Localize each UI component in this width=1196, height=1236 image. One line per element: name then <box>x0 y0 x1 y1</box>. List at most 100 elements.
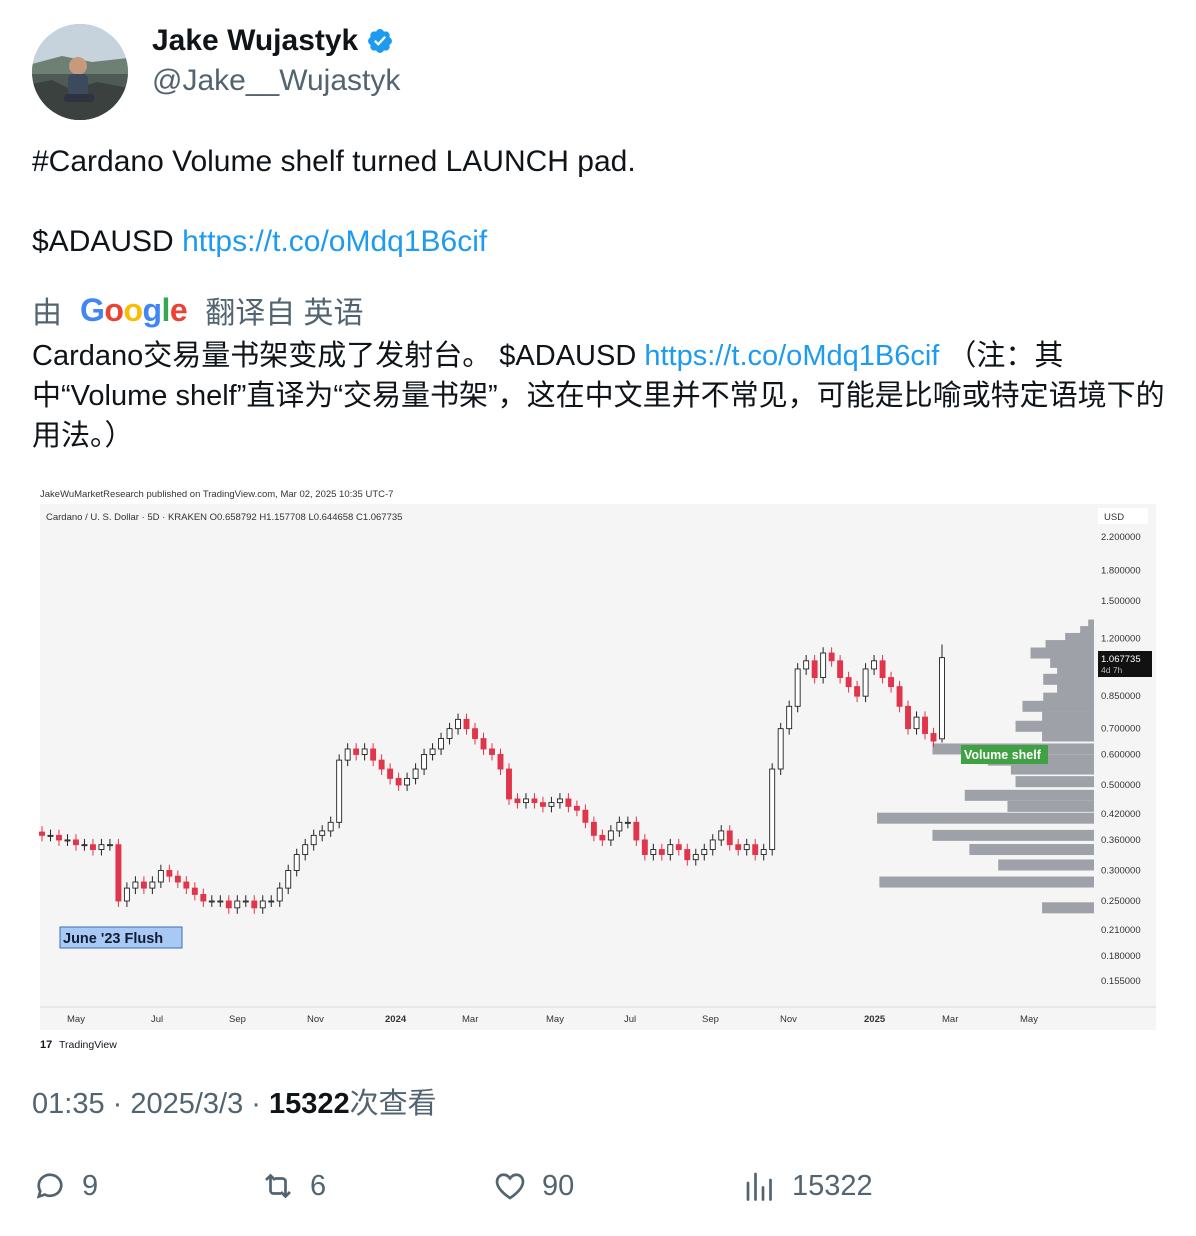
candle-body <box>616 821 623 832</box>
candle-body <box>174 875 181 883</box>
candle-body <box>89 844 96 850</box>
like-button[interactable]: 90 <box>492 1168 574 1204</box>
candle-body <box>39 831 45 836</box>
price-badge: 1.067735 <box>1101 654 1141 665</box>
candle-body <box>81 844 88 847</box>
candle-body <box>302 844 309 855</box>
x-tick-label: May <box>546 1014 564 1025</box>
candle-body <box>497 754 504 770</box>
volume-profile-bar <box>1007 800 1094 812</box>
views-button[interactable]: 15322 <box>742 1168 873 1204</box>
tweet-link[interactable]: https://t.co/oMdq1B6cif <box>182 225 487 258</box>
candle-body <box>599 834 606 841</box>
volume-profile-bar <box>998 859 1094 871</box>
candle <box>862 663 869 703</box>
volume-profile-bar <box>1057 682 1094 694</box>
reply-button[interactable]: 9 <box>32 1168 98 1204</box>
translated-link[interactable]: https://t.co/oMdq1B6cif <box>644 340 939 372</box>
candle-body <box>506 768 512 800</box>
x-tick-label: Jul <box>151 1014 163 1025</box>
candle-body <box>106 844 113 847</box>
candle-body <box>735 844 742 850</box>
chart-published-line: JakeWuMarketResearch published on Tradin… <box>40 489 393 500</box>
y-tick-label: 1.500000 <box>1101 596 1141 607</box>
chart-image[interactable]: JakeWuMarketResearch published on Tradin… <box>32 480 1164 1060</box>
x-tick-label: Jul <box>624 1014 636 1025</box>
candle-body <box>939 657 945 740</box>
candle-body <box>446 728 453 739</box>
candle-body <box>149 881 156 889</box>
author-name[interactable]: Jake Wujastyk <box>152 24 394 58</box>
candle-body <box>132 881 139 889</box>
view-count-label: 次查看 <box>349 1088 437 1120</box>
translated-text: Cardano交易量书架变成了发射台。 $ADAUSD https://t.co… <box>32 336 1167 456</box>
heart-icon <box>495 1173 525 1200</box>
candle-body <box>47 834 54 837</box>
candle-body <box>539 802 546 807</box>
candle <box>777 722 784 775</box>
author-handle[interactable]: @Jake__Wujastyk <box>152 64 400 98</box>
candle-body <box>208 900 215 903</box>
volume-profile-bar <box>932 829 1094 841</box>
tweet-text-line2: $ADAUSD https://t.co/oMdq1B6cif <box>32 222 487 262</box>
candle-body <box>828 652 835 662</box>
reply-icon <box>36 1173 63 1199</box>
candle-body <box>930 733 937 742</box>
candle-body <box>217 900 224 903</box>
candle-body <box>463 718 470 730</box>
x-tick-label: Mar <box>462 1014 478 1025</box>
svg-text:17: 17 <box>40 1039 52 1051</box>
candle-body <box>607 830 614 841</box>
candle-body <box>854 686 861 697</box>
volume-profile-bar <box>1010 763 1094 775</box>
avatar[interactable] <box>32 24 128 120</box>
candle-body <box>353 748 360 755</box>
y-tick-label: 0.700000 <box>1101 724 1141 735</box>
x-tick-label: Mar <box>942 1014 958 1025</box>
candle-body <box>327 821 334 832</box>
tweet-timestamp[interactable]: 01:35 · 2025/3/3 · <box>32 1088 269 1120</box>
translation-from: 翻译自 英语 <box>205 297 364 330</box>
candle-body <box>777 728 784 770</box>
candle-body <box>370 748 377 761</box>
candle-body <box>565 798 572 807</box>
chart-currency: USD <box>1104 512 1124 523</box>
candle-body <box>743 844 750 850</box>
candle-body <box>845 677 852 688</box>
candle <box>115 838 122 907</box>
x-tick-label: Sep <box>229 1014 246 1025</box>
candle-body <box>276 887 283 902</box>
y-tick-label: 0.180000 <box>1101 951 1141 962</box>
price-badge-sub: 4d 7h <box>1101 665 1123 675</box>
verified-badge-icon <box>368 29 393 53</box>
candle-body <box>412 768 419 779</box>
candle-body <box>862 668 869 697</box>
candle-body <box>718 830 725 841</box>
retweet-count: 6 <box>310 1169 327 1202</box>
candle-body <box>225 900 232 909</box>
retweet-icon <box>265 1173 291 1199</box>
volume-profile-bar <box>964 789 1094 801</box>
candle-body <box>531 798 538 804</box>
candle-body <box>140 881 147 889</box>
volume-profile-bar <box>1042 730 1094 742</box>
x-tick-label: May <box>1020 1014 1038 1025</box>
candle-body <box>582 809 589 823</box>
volume-profile-bar <box>879 876 1094 888</box>
candle-body <box>310 834 317 846</box>
like-count: 90 <box>542 1169 575 1202</box>
candle-body <box>259 900 266 909</box>
candle <box>336 754 343 829</box>
candle-body <box>157 870 164 883</box>
retweet-button[interactable]: 6 <box>260 1168 326 1204</box>
translated-part1: Cardano交易量书架变成了发射台。 $ADAUSD <box>32 340 645 372</box>
candle-body <box>429 748 436 755</box>
candle-body <box>455 718 461 730</box>
candle-body <box>624 821 631 824</box>
volume-profile-bar <box>1042 902 1094 914</box>
candle-body <box>361 748 368 755</box>
candle-body <box>769 768 776 850</box>
candle-body <box>871 660 878 670</box>
candle-body <box>489 748 495 755</box>
candle-body <box>888 677 895 688</box>
